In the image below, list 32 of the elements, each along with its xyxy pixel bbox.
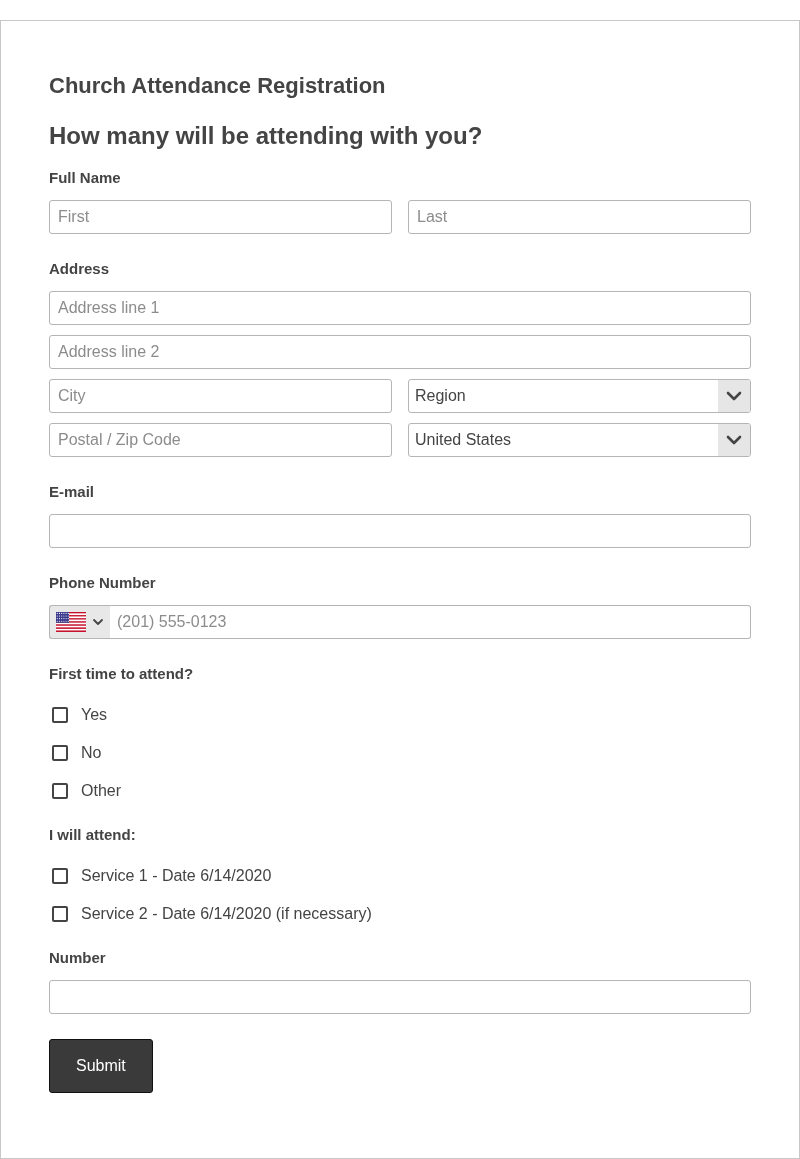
dropdown[interactable]: Region: [408, 379, 751, 413]
form-title: Church Attendance Registration: [49, 72, 386, 100]
checkbox[interactable]: [52, 707, 68, 723]
form-heading: How many will be attending with you?: [49, 121, 483, 151]
text-input[interactable]: [49, 514, 751, 548]
checkbox-label[interactable]: No: [81, 743, 102, 763]
submit-button[interactable]: Submit: [49, 1039, 153, 1093]
field-label: I will attend:: [49, 825, 136, 845]
checkbox-label[interactable]: Service 2 - Date 6/14/2020 (if necessary): [81, 904, 372, 924]
field-label: Number: [49, 948, 106, 968]
field-label: Phone Number: [49, 573, 156, 593]
field-label: Address: [49, 259, 110, 279]
text-input[interactable]: Address line 2: [49, 335, 751, 369]
dropdown[interactable]: United States: [408, 423, 751, 457]
text-input[interactable]: First: [49, 200, 392, 234]
field-label: E-mail: [49, 482, 94, 502]
text-input[interactable]: City: [49, 379, 392, 413]
text-input[interactable]: Last: [408, 200, 751, 234]
checkbox[interactable]: [52, 906, 68, 922]
checkbox-label[interactable]: Other: [81, 781, 121, 801]
chevron-down-icon: [718, 424, 750, 456]
text-input[interactable]: Address line 1: [49, 291, 751, 325]
checkbox[interactable]: [52, 783, 68, 799]
chevron-down-icon: [718, 380, 750, 412]
checkbox[interactable]: [52, 745, 68, 761]
field-label: Full Name: [49, 168, 121, 188]
checkbox-label[interactable]: Service 1 - Date 6/14/2020: [81, 866, 272, 886]
text-input[interactable]: [49, 980, 751, 1014]
field-label: First time to attend?: [49, 664, 194, 684]
checkbox[interactable]: [52, 868, 68, 884]
text-input[interactable]: Postal / Zip Code: [49, 423, 392, 457]
checkbox-label[interactable]: Yes: [81, 705, 108, 725]
